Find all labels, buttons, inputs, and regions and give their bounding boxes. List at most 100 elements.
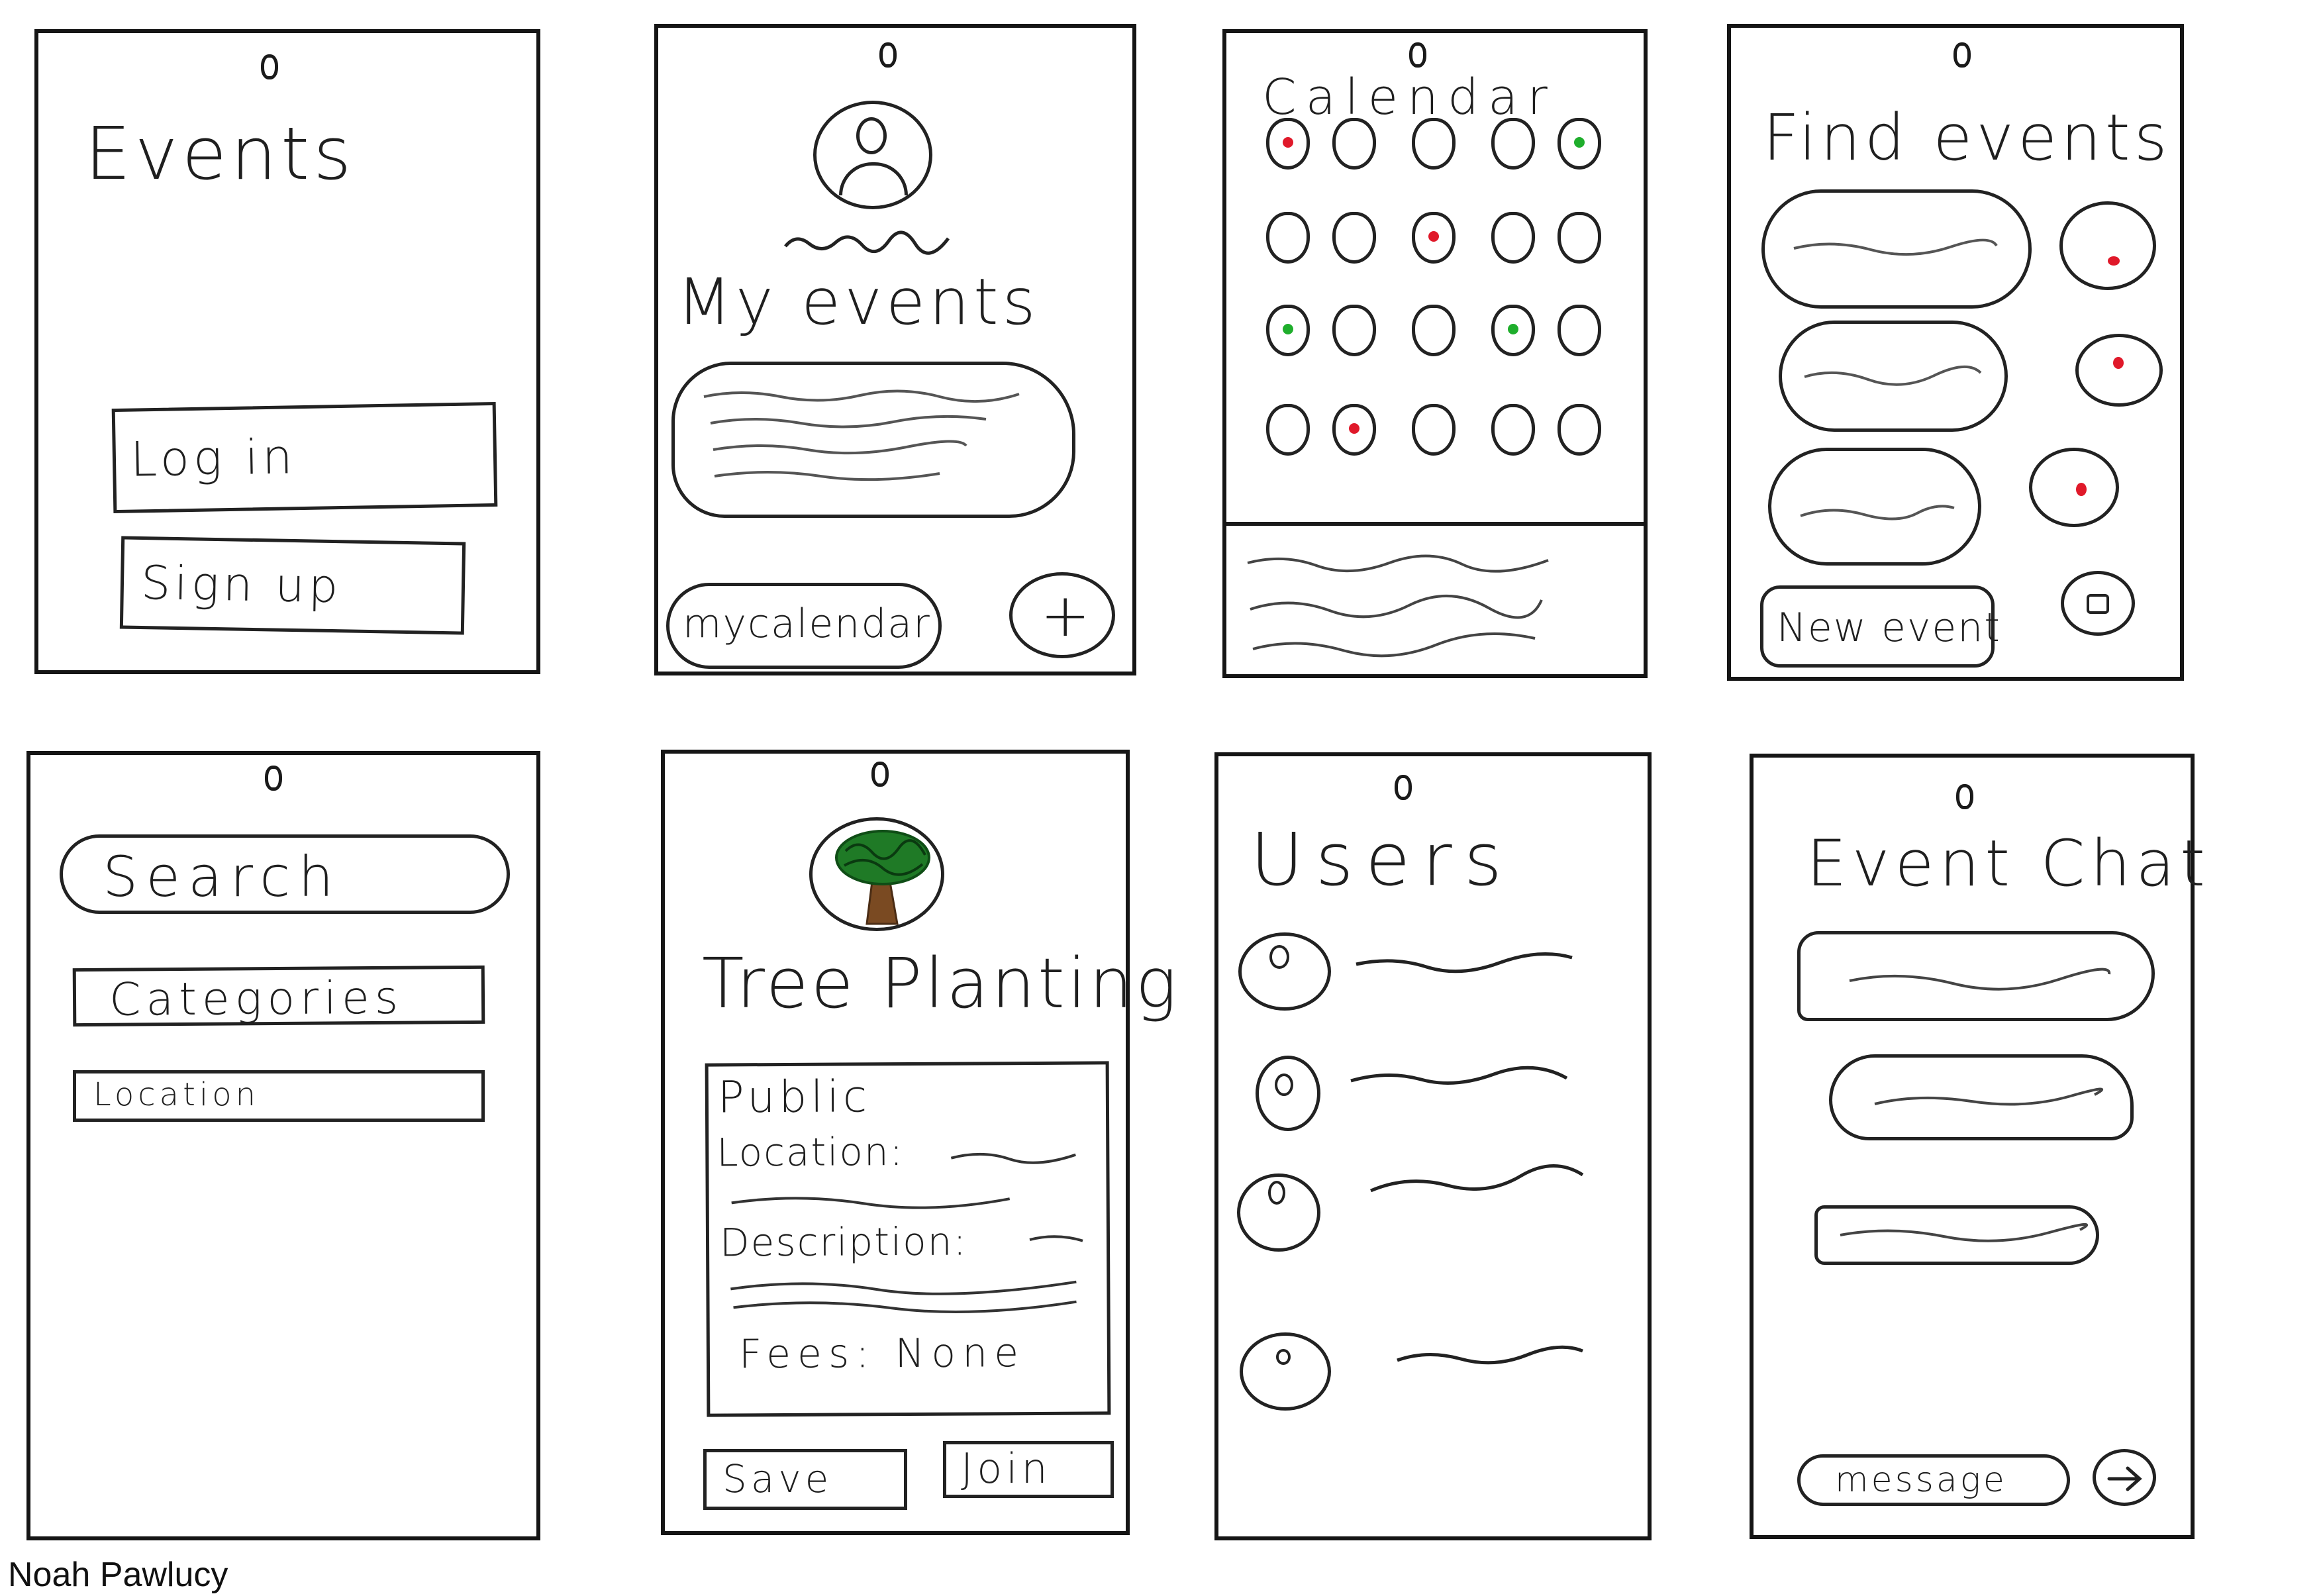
screen-users: Users	[1214, 752, 1652, 1540]
calendar-day[interactable]	[1266, 404, 1310, 456]
calendar-day[interactable]	[1332, 118, 1376, 170]
calendar-day[interactable]	[1332, 305, 1376, 356]
event-title: Tree Planting	[702, 943, 1179, 1024]
event-marker-dot	[1283, 324, 1293, 334]
location-field[interactable]: Location	[73, 1070, 485, 1122]
event-map-thumbnail[interactable]	[2059, 201, 2156, 290]
signup-label: Sign up	[140, 556, 343, 614]
event-image	[809, 817, 944, 931]
user-name-scribble	[1397, 1345, 1583, 1365]
location-value-scribble	[731, 1152, 1076, 1209]
user-name-scribble	[1370, 1164, 1584, 1193]
calendar-day[interactable]	[1491, 305, 1535, 356]
description-value-scribble	[730, 1235, 1083, 1313]
calendar-day[interactable]	[1266, 305, 1310, 356]
page-title: Events	[85, 111, 356, 196]
calendar-day[interactable]	[1412, 404, 1456, 456]
login-button[interactable]: Log in	[111, 401, 498, 514]
avatar-shoulders-icon	[839, 162, 908, 195]
save-button[interactable]: Save	[703, 1449, 907, 1510]
camera-notch	[265, 766, 282, 791]
event-marker-dot	[1574, 137, 1585, 148]
event-text-scribble	[1804, 365, 1982, 386]
calendar-day[interactable]	[1557, 118, 1601, 170]
signup-button[interactable]: Sign up	[119, 536, 466, 635]
event-text-scribble	[1800, 505, 1955, 521]
join-label: Join	[961, 1444, 1052, 1493]
camera-notch	[879, 42, 897, 68]
avatar	[813, 101, 932, 209]
event-marker-dot	[1508, 324, 1518, 334]
profile-icon[interactable]	[2061, 571, 2135, 636]
user-name-scribble	[1356, 952, 1573, 973]
message-placeholder: message	[1835, 1460, 2007, 1500]
user-head-icon	[1268, 1181, 1285, 1205]
screen-search: Search Categories Location	[26, 751, 540, 1540]
chat-message-bubble	[1829, 1054, 2134, 1140]
calendar-day[interactable]	[1491, 118, 1535, 170]
categories-dropdown[interactable]: Categories	[72, 965, 485, 1027]
camera-notch	[261, 54, 278, 79]
event-map-thumbnail[interactable]	[2029, 448, 2119, 527]
mycalendar-button[interactable]: mycalendar	[666, 583, 942, 669]
user-avatar-icon[interactable]	[1240, 1332, 1331, 1411]
event-map-thumbnail[interactable]	[2075, 334, 2163, 407]
calendar-day[interactable]	[1412, 305, 1456, 356]
user-avatar-icon[interactable]	[1238, 932, 1331, 1011]
page-title: Event Chat	[1806, 826, 2210, 901]
search-input[interactable]: Search	[60, 834, 510, 914]
add-event-button[interactable]: +	[1009, 572, 1115, 658]
fees-label: Fees: None	[738, 1330, 1026, 1378]
calendar-day[interactable]	[1491, 404, 1535, 456]
event-list-item[interactable]	[1761, 189, 2032, 309]
calendar-day[interactable]	[1557, 212, 1601, 264]
calendar-day[interactable]	[1412, 118, 1456, 170]
camera-notch	[1395, 775, 1412, 800]
event-marker-dot	[1283, 137, 1293, 148]
calendar-day[interactable]	[1332, 404, 1376, 456]
camera-notch	[1953, 42, 1971, 68]
screen-find-events: Find events New event	[1727, 24, 2184, 681]
event-list-item[interactable]	[1779, 321, 2008, 432]
message-input[interactable]: message	[1797, 1454, 2070, 1506]
user-head-icon	[1275, 1073, 1293, 1096]
calendar-day[interactable]	[1266, 212, 1310, 264]
arrow-right-icon	[2107, 1466, 2142, 1491]
message-text-scribble	[1874, 1087, 2104, 1106]
event-card[interactable]	[671, 362, 1075, 518]
map-pin-icon	[2076, 483, 2087, 496]
page-title: Find events	[1763, 101, 2171, 175]
calendar-day[interactable]	[1491, 212, 1535, 264]
calendar-divider	[1226, 522, 1644, 526]
plus-icon: +	[1040, 581, 1091, 650]
categories-label: Categories	[109, 972, 404, 1026]
chat-message-bubble	[1814, 1205, 2099, 1265]
profile-icon-shape	[2087, 594, 2109, 614]
calendar-day[interactable]	[1412, 212, 1456, 264]
day-events-scribble	[1247, 554, 1549, 658]
event-text-scribble	[1793, 238, 1998, 256]
username-scribble	[784, 230, 950, 255]
search-label: Search	[103, 844, 342, 909]
event-list-item[interactable]	[1768, 448, 1981, 566]
screen-calendar: Calendar	[1222, 29, 1648, 678]
screen-events: Events Log in Sign up	[34, 29, 540, 674]
user-avatar-icon[interactable]	[1237, 1173, 1320, 1252]
event-card-text-scribble	[703, 389, 1020, 481]
event-marker-dot	[1428, 231, 1439, 242]
location-label: Location	[93, 1076, 260, 1113]
camera-notch	[1956, 784, 1973, 809]
calendar-day[interactable]	[1266, 118, 1310, 170]
section-title: My events	[677, 265, 1040, 339]
user-avatar-icon[interactable]	[1256, 1056, 1320, 1131]
calendar-day[interactable]	[1557, 404, 1601, 456]
map-pin-icon	[2113, 357, 2124, 369]
new-event-button[interactable]: New event	[1760, 585, 2000, 668]
calendar-day[interactable]	[1557, 305, 1601, 356]
join-button[interactable]: Join	[943, 1441, 1114, 1498]
calendar-day[interactable]	[1332, 212, 1376, 264]
event-info-panel: Public Location: Description: Fees: None	[705, 1061, 1111, 1417]
send-button[interactable]	[2093, 1449, 2156, 1506]
screen-event-detail: Tree Planting Public Location: Descripti…	[661, 750, 1177, 1535]
event-marker-dot	[1349, 423, 1359, 434]
